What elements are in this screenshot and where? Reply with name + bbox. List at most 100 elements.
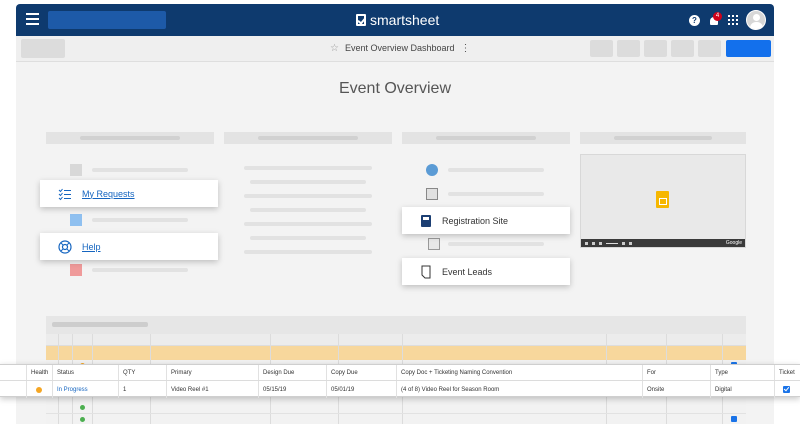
help-link[interactable]: Help	[82, 242, 101, 252]
for-cell[interactable]: Onsite	[642, 381, 710, 398]
header-for[interactable]: For	[642, 365, 710, 380]
help-icon[interactable]: ?	[689, 14, 700, 26]
placeholder-line	[92, 168, 188, 172]
shortcut-event-leads[interactable]: Event Leads	[402, 258, 570, 285]
embedded-video[interactable]: Google	[580, 154, 746, 248]
settings-icon[interactable]	[622, 241, 625, 245]
header-type[interactable]: Type	[710, 365, 774, 380]
play-icon[interactable]	[585, 241, 588, 245]
document-icon	[428, 238, 440, 250]
status-value: In Progress	[57, 386, 88, 393]
video-controls[interactable]	[581, 239, 745, 247]
menu-icon[interactable]	[26, 13, 39, 25]
status-cell[interactable]: In Progress	[52, 381, 118, 398]
placeholder-icon	[70, 164, 82, 176]
header-copy-doc[interactable]: Copy Doc + Ticketing Naming Convention	[396, 365, 642, 380]
table-header-row: Health Status QTY Primary Design Due Cop…	[0, 365, 800, 381]
my-requests-link[interactable]: My Requests	[82, 189, 135, 199]
health-cell[interactable]	[26, 381, 52, 398]
shortcut-registration-site[interactable]: Registration Site	[402, 207, 570, 234]
sheet-highlight-row	[46, 346, 746, 360]
google-slides-icon	[656, 191, 669, 208]
star-icon[interactable]: ☆	[330, 43, 339, 53]
sheet-column-header	[46, 334, 746, 346]
header-status[interactable]: Status	[52, 365, 118, 380]
placeholder-line	[448, 242, 544, 246]
notifications-button[interactable]: 4	[708, 12, 722, 27]
next-icon[interactable]	[592, 241, 595, 245]
ticket-checkbox[interactable]	[783, 386, 790, 393]
toolbar-button-2[interactable]	[617, 40, 640, 57]
volume-icon[interactable]	[599, 241, 602, 245]
contacts-icon	[426, 164, 438, 176]
design-due-cell[interactable]: 05/15/19	[258, 381, 326, 398]
shortcut-my-requests[interactable]: My Requests	[40, 180, 218, 207]
dashboard-name: Event Overview Dashboard	[344, 43, 455, 53]
shortcut-help[interactable]: Help	[40, 233, 218, 260]
event-leads-link[interactable]: Event Leads	[442, 267, 492, 277]
avatar[interactable]	[746, 10, 766, 30]
header-ticket[interactable]: Ticket	[774, 365, 800, 380]
health-status-dot	[36, 386, 42, 393]
toolbar-button-3[interactable]	[644, 40, 667, 57]
type-cell[interactable]: Digital	[710, 381, 774, 398]
placeholder-line	[448, 168, 544, 172]
placeholder-icon	[70, 264, 82, 276]
document-icon	[421, 265, 431, 278]
app-launcher-icon[interactable]	[728, 15, 738, 25]
placeholder-line	[92, 268, 188, 272]
table-row[interactable]	[46, 402, 746, 414]
notebook-icon	[421, 214, 431, 227]
registration-site-link[interactable]: Registration Site	[442, 216, 508, 226]
toolbar-button-4[interactable]	[671, 40, 694, 57]
more-options-icon[interactable]: ⋮	[461, 43, 471, 53]
widget-header	[46, 132, 214, 144]
placeholder-line	[244, 194, 372, 198]
primary-cell[interactable]: Video Reel #1	[166, 381, 258, 398]
placeholder-line	[448, 192, 544, 196]
copy-due-cell[interactable]: 05/01/19	[326, 381, 396, 398]
top-nav-bar: smartsheet ? 4	[16, 4, 774, 36]
table-row[interactable]	[46, 414, 746, 424]
placeholder-line	[244, 166, 372, 170]
id-card-icon	[426, 188, 438, 200]
dashboard-title-bar: ☆ Event Overview Dashboard ⋮	[330, 43, 471, 53]
qty-cell[interactable]: 1	[118, 381, 166, 398]
widget-header	[224, 132, 392, 144]
toolbar-button-5[interactable]	[698, 40, 721, 57]
page-title: Event Overview	[338, 80, 452, 97]
header-primary[interactable]: Primary	[166, 365, 258, 380]
placeholder-line	[244, 222, 372, 226]
header-design-due[interactable]: Design Due	[258, 365, 326, 380]
widget-header	[402, 132, 570, 144]
placeholder-line	[250, 180, 366, 184]
notification-badge: 4	[713, 12, 722, 21]
search-input[interactable]	[48, 11, 166, 29]
google-watermark: Google	[725, 240, 742, 246]
table-row[interactable]: In Progress 1 Video Reel #1 05/15/19 05/…	[0, 381, 800, 398]
smartsheet-logo-icon	[356, 14, 366, 26]
placeholder-line	[250, 208, 366, 212]
dashboard-toolbar: ☆ Event Overview Dashboard ⋮	[16, 36, 774, 62]
widget-header	[580, 132, 746, 144]
placeholder-line	[250, 236, 366, 240]
share-button[interactable]	[726, 40, 771, 57]
header-copy-due[interactable]: Copy Due	[326, 365, 396, 380]
video-progress-bar[interactable]	[606, 242, 618, 244]
ticket-cell[interactable]	[774, 381, 800, 398]
placeholder-icon	[70, 214, 82, 226]
header-health[interactable]: Health	[26, 365, 52, 380]
placeholder-line	[92, 218, 188, 222]
toolbar-button-1[interactable]	[590, 40, 613, 57]
header-qty[interactable]: QTY	[118, 365, 166, 380]
list-check-icon	[58, 188, 71, 200]
lifebuoy-icon	[58, 239, 72, 254]
copy-doc-cell[interactable]: (4 of 8) Video Reel for Season Room	[396, 381, 642, 398]
zoomed-sheet-row: Health Status QTY Primary Design Due Cop…	[0, 364, 800, 398]
brand-logo[interactable]: smartsheet	[356, 12, 439, 28]
back-button[interactable]	[21, 39, 65, 58]
placeholder-line	[244, 250, 372, 254]
fullscreen-icon[interactable]	[629, 241, 632, 245]
sheet-widget-header	[46, 316, 746, 334]
brand-name: smartsheet	[370, 12, 440, 28]
